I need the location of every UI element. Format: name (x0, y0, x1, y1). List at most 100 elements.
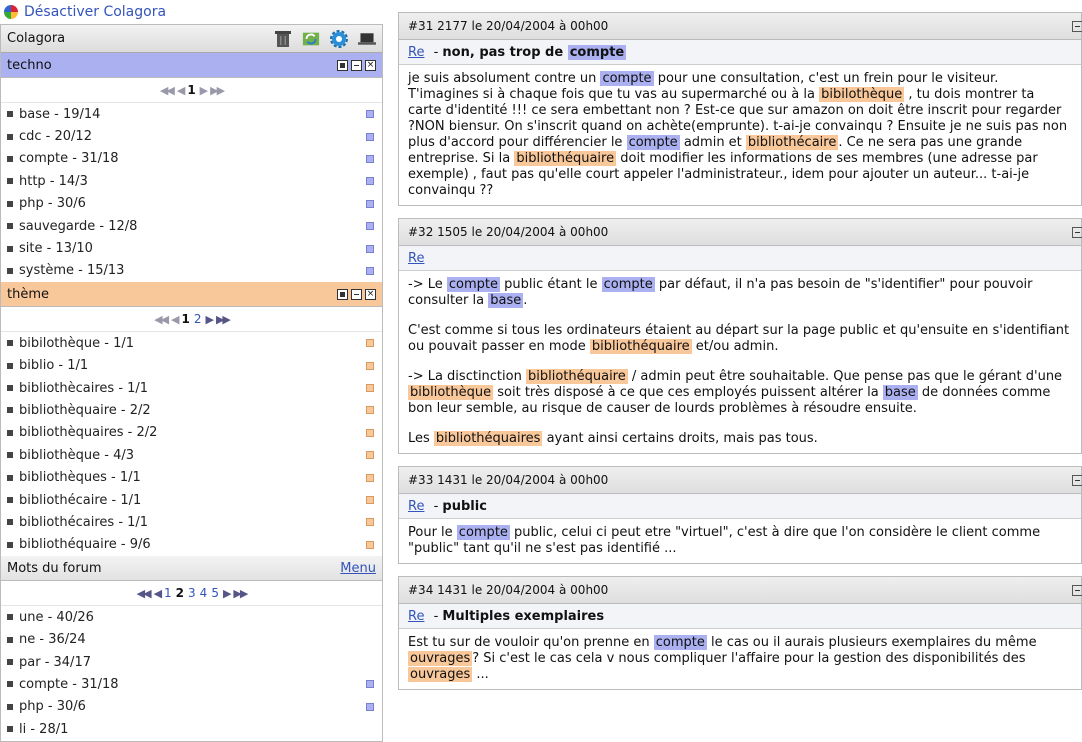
tag-marker-icon[interactable] (366, 154, 374, 163)
post-paragraph: -> La disctinction bibliothéquaire / adm… (408, 369, 1072, 417)
post-subject: Re - public (399, 494, 1081, 519)
list-item[interactable]: base - 19/14 (1, 103, 382, 125)
tag-marker-icon[interactable] (366, 473, 374, 482)
page-link[interactable]: 5 (211, 586, 219, 600)
current-page: 2 (175, 586, 185, 601)
tag-marker-icon[interactable] (366, 540, 374, 549)
reply-link[interactable]: Re (408, 251, 424, 266)
laptop-icon[interactable] (358, 30, 376, 48)
collapse-icon[interactable] (1072, 226, 1082, 238)
first-page-icon[interactable]: ◀◀ (137, 587, 152, 600)
reply-link[interactable]: Re (408, 499, 424, 514)
post-paragraph: Est tu sur de vouloir qu'on prenne en co… (408, 635, 1072, 683)
list-item-label: base - 19/14 (19, 106, 101, 122)
last-page-icon[interactable]: ▶▶ (233, 587, 248, 600)
list-item[interactable]: bibliothèquaire - 2/2 (1, 399, 382, 421)
list-item[interactable]: une - 40/26 (1, 606, 382, 628)
post-body: Est tu sur de vouloir qu'on prenne en co… (399, 629, 1081, 689)
post-paragraph: C'est comme si tous les ordinateurs étai… (408, 323, 1072, 355)
close-icon[interactable]: × (365, 59, 376, 71)
deactivate-colagora-link[interactable]: Désactiver Colagora (24, 4, 166, 20)
settings-icon[interactable] (330, 29, 348, 48)
list-item[interactable]: ne - 36/24 (1, 628, 382, 650)
next-page-icon[interactable]: ▶ (200, 84, 209, 97)
last-page-icon[interactable]: ▶▶ (216, 313, 231, 326)
tag-marker-icon[interactable] (366, 406, 374, 415)
list-item[interactable]: li - 28/1 (1, 718, 382, 740)
refresh-icon[interactable] (302, 30, 320, 48)
first-page-icon[interactable]: ◀◀ (154, 313, 169, 326)
list-item[interactable]: bibliothèquaires - 2/2 (1, 422, 382, 444)
collapse-icon[interactable] (1072, 584, 1082, 596)
list-item-label: li - 28/1 (19, 721, 69, 737)
list-item[interactable]: bibliothécaire - 1/1 (1, 489, 382, 511)
minimize-icon[interactable] (351, 288, 362, 300)
list-item[interactable]: bibliothèque - 4/3 (1, 444, 382, 466)
tag-marker-icon[interactable] (366, 110, 374, 119)
sidebar-title: Colagora (7, 31, 66, 46)
collapse-icon[interactable] (1072, 20, 1082, 32)
first-page-icon[interactable]: ◀◀ (160, 84, 175, 97)
keyword-highlight: compte (456, 525, 510, 540)
tag-marker-icon[interactable] (366, 496, 374, 505)
page-link[interactable]: 4 (200, 586, 208, 600)
list-item[interactable]: sauvegarde - 12/8 (1, 215, 382, 237)
tag-marker-icon[interactable] (366, 428, 374, 437)
list-item[interactable]: php - 30/6 (1, 696, 382, 718)
bullet-icon (7, 636, 13, 643)
tag-marker-icon[interactable] (366, 518, 374, 527)
next-page-icon[interactable]: ▶ (206, 313, 215, 326)
list-item-text: bibilothèque - 1/1 (7, 336, 134, 351)
next-page-icon[interactable]: ▶ (223, 587, 232, 600)
list-item[interactable]: cdc - 20/12 (1, 125, 382, 147)
list-item[interactable]: par - 34/17 (1, 651, 382, 673)
close-icon[interactable]: × (365, 288, 376, 300)
list-item[interactable]: php - 30/6 (1, 193, 382, 215)
collapse-icon[interactable] (1072, 474, 1082, 486)
maximize-icon[interactable] (337, 59, 348, 71)
minimize-icon[interactable] (351, 59, 362, 71)
list-item-label: par - 34/17 (19, 654, 91, 670)
page-link[interactable]: 2 (194, 312, 202, 326)
tag-marker-icon[interactable] (366, 199, 374, 208)
list-item[interactable]: http - 14/3 (1, 170, 382, 192)
tag-marker-icon[interactable] (366, 222, 374, 231)
list-item[interactable]: compte - 31/18 (1, 673, 382, 695)
trash-icon[interactable] (274, 30, 292, 48)
tag-marker-icon[interactable] (366, 384, 374, 393)
tag-marker-icon[interactable] (366, 680, 374, 689)
list-item[interactable]: bibliothéquaire - 9/6 (1, 534, 382, 556)
forum-post: #32 1505 le 20/04/2004 à 00h00 Re -> Le co… (398, 218, 1082, 454)
list-item[interactable]: bibliothèques - 1/1 (1, 466, 382, 488)
maximize-icon[interactable] (337, 288, 348, 300)
list-item[interactable]: biblio - 1/1 (1, 355, 382, 377)
tag-marker-icon[interactable] (366, 177, 374, 186)
list-item[interactable]: bibliothècaires - 1/1 (1, 377, 382, 399)
prev-page-icon[interactable]: ◀ (177, 84, 186, 97)
tag-marker-icon[interactable] (366, 132, 374, 141)
reply-link[interactable]: Re (408, 609, 424, 624)
page-link[interactable]: 3 (188, 586, 196, 600)
bullet-icon (7, 407, 13, 414)
list-item-label: système - 15/13 (19, 263, 125, 279)
list-item[interactable]: bibliothécaires - 1/1 (1, 511, 382, 533)
list-item-text: compte - 31/18 (7, 677, 119, 692)
tag-marker-icon[interactable] (366, 339, 374, 348)
page-link[interactable]: 1 (164, 586, 172, 600)
tag-marker-icon[interactable] (366, 702, 374, 711)
list-item[interactable]: bibilothèque - 1/1 (1, 332, 382, 354)
bullet-icon (7, 703, 13, 710)
prev-page-icon[interactable]: ◀ (171, 313, 180, 326)
reply-link[interactable]: Re (408, 45, 424, 60)
list-item[interactable]: site - 13/10 (1, 237, 382, 259)
post-header: #31 2177 le 20/04/2004 à 00h00 (399, 13, 1082, 40)
tag-marker-icon[interactable] (366, 361, 374, 370)
forum-menu-link[interactable]: Menu (340, 561, 376, 576)
tag-marker-icon[interactable] (366, 266, 374, 275)
prev-page-icon[interactable]: ◀ (154, 587, 163, 600)
last-page-icon[interactable]: ▶▶ (210, 84, 225, 97)
tag-marker-icon[interactable] (366, 244, 374, 253)
list-item[interactable]: système - 15/13 (1, 260, 382, 282)
list-item[interactable]: compte - 31/18 (1, 148, 382, 170)
tag-marker-icon[interactable] (366, 451, 374, 460)
